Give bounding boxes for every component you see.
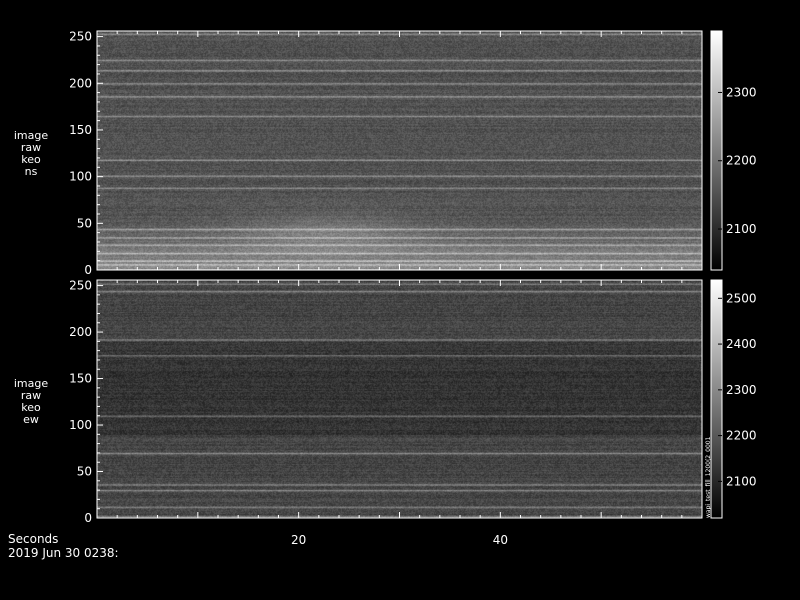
y-tick-label-ew-0: 0	[84, 511, 92, 525]
bottom-ylabel-line-4: ew	[23, 413, 39, 426]
y-tick-label-ew-50: 50	[77, 465, 92, 479]
y-tick-label-ns-200: 200	[69, 76, 92, 90]
bottom-panel-ylabel: image raw keo ew	[0, 378, 62, 426]
colorbar-label-ew-2400: 2400	[726, 337, 757, 351]
date-label: 2019 Jun 30 0238:	[8, 546, 119, 560]
y-tick-label-ns-0: 0	[84, 263, 92, 277]
y-tick-label-ns-250: 250	[69, 30, 92, 44]
y-tick-label-ns-100: 100	[69, 170, 92, 184]
y-tick-label-ew-250: 250	[69, 279, 92, 293]
y-tick-label-ew-200: 200	[69, 325, 92, 339]
heatmap-ew	[97, 280, 702, 518]
x-tick-label-20: 20	[291, 533, 306, 547]
y-tick-label-ns-150: 150	[69, 123, 92, 137]
colorbar-label-ns-2100: 2100	[726, 222, 757, 236]
processing-stamp: wapi_test_fill_1200(2_0001	[705, 436, 712, 518]
x-axis-label: Seconds	[8, 532, 59, 546]
x-tick-label-40: 40	[493, 533, 508, 547]
y-tick-label-ew-150: 150	[69, 372, 92, 386]
colorbar-label-ew-2500: 2500	[726, 291, 757, 305]
colorbar-label-ew-2300: 2300	[726, 383, 757, 397]
colorbar-label-ns-2300: 2300	[726, 85, 757, 99]
colorbar-label-ns-2200: 2200	[726, 154, 757, 168]
colorbar-label-ew-2200: 2200	[726, 429, 757, 443]
colorbar-ns	[710, 30, 723, 271]
top-panel-ylabel: image raw keo ns	[0, 130, 62, 178]
top-ylabel-line-4: ns	[24, 165, 38, 178]
heatmap-ns	[97, 31, 702, 270]
y-tick-label-ew-100: 100	[69, 418, 92, 432]
colorbar-label-ew-2100: 2100	[726, 474, 757, 488]
keogram-figure: 0 50 100 150 200 250 2100 2200 2300 0 50 100 150 200 2…	[69, 30, 757, 547]
colorbar-ew	[710, 279, 723, 519]
y-tick-label-ns-50: 50	[77, 216, 92, 230]
